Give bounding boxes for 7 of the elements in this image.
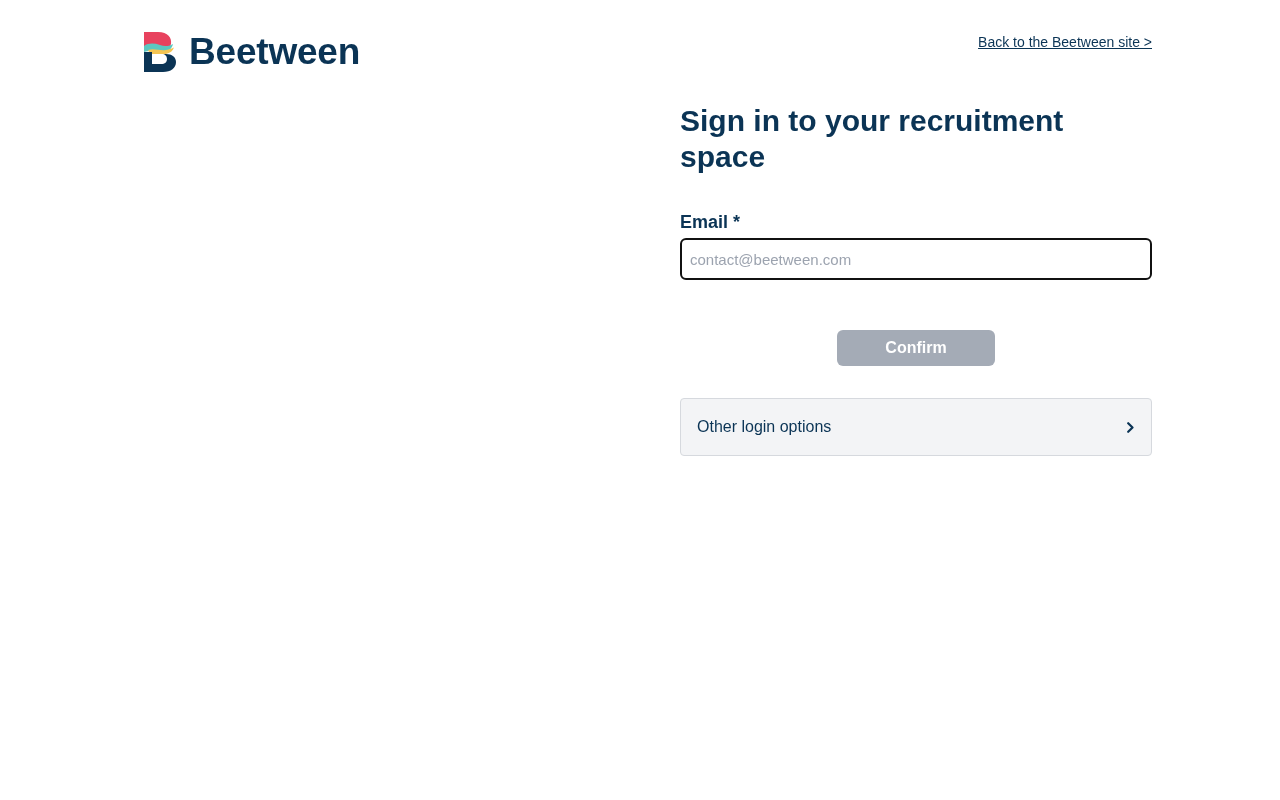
back-to-site-link[interactable]: Back to the Beetween site > <box>978 34 1152 50</box>
logo-mark-icon <box>144 32 176 72</box>
other-login-options-button[interactable]: Other login options <box>680 398 1152 456</box>
email-label: Email * <box>680 211 742 233</box>
email-input-field[interactable]: contact@beetween.com <box>680 238 1152 280</box>
sign-in-heading: Sign in to your recruitment space <box>680 103 1065 175</box>
logo-wordmark: Beetween <box>189 32 361 72</box>
